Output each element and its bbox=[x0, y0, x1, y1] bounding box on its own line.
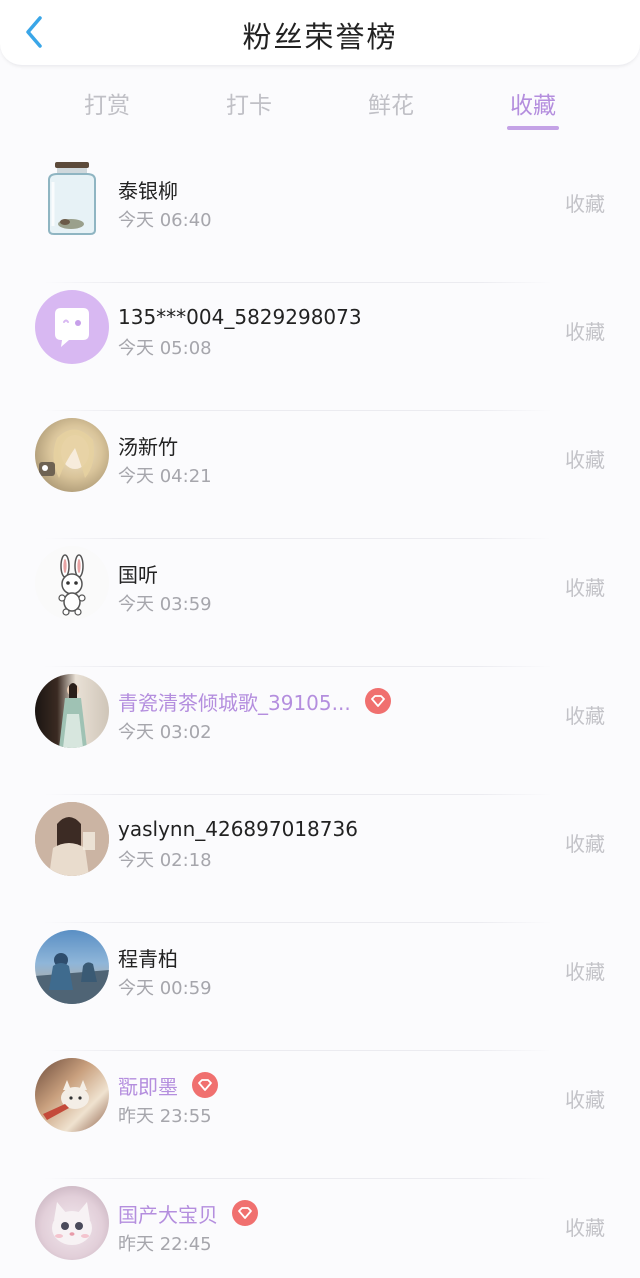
tab-flowers[interactable]: 鲜花 bbox=[351, 86, 431, 120]
divider bbox=[44, 794, 552, 795]
fan-time: 今天 03:02 bbox=[118, 722, 212, 743]
anime-portrait-avatar bbox=[35, 418, 109, 492]
photo-girl-avatar bbox=[35, 674, 109, 748]
fan-name: 程青柏 bbox=[118, 946, 178, 971]
tab-favorites[interactable]: 收藏 bbox=[493, 86, 573, 130]
tab-label: 鲜花 bbox=[368, 93, 414, 119]
list-item[interactable]: 程青柏 今天 00:59 收藏 bbox=[0, 904, 640, 1032]
tab-label: 收藏 bbox=[510, 93, 556, 119]
fan-list: 泰银柳 今天 06:40 收藏 135***004_5829298073 今天 … bbox=[0, 136, 640, 1278]
favorite-action-label[interactable]: 收藏 bbox=[565, 1212, 605, 1241]
favorite-action-label[interactable]: 收藏 bbox=[565, 1084, 605, 1113]
list-item[interactable]: 泰银柳 今天 06:40 收藏 bbox=[0, 136, 640, 264]
tab-label: 打赏 bbox=[84, 93, 130, 119]
fan-time: 今天 03:59 bbox=[118, 594, 212, 615]
page-title: 粉丝荣誉榜 bbox=[242, 20, 398, 54]
fan-name: 国听 bbox=[118, 562, 158, 587]
favorite-action-label[interactable]: 收藏 bbox=[565, 444, 605, 473]
top-bar: 粉丝荣誉榜 bbox=[0, 0, 640, 66]
anime-cat-avatar bbox=[35, 1058, 109, 1132]
list-item[interactable]: 国产大宝贝 昨天 22:45 收藏 bbox=[0, 1160, 640, 1278]
fan-time: 今天 05:08 bbox=[118, 338, 212, 359]
active-tab-indicator bbox=[507, 126, 559, 130]
favorite-action-label[interactable]: 收藏 bbox=[565, 572, 605, 601]
tab-reward[interactable]: 打赏 bbox=[67, 86, 147, 120]
favorite-action-label[interactable]: 收藏 bbox=[565, 700, 605, 729]
list-item[interactable]: 国听 今天 03:59 收藏 bbox=[0, 520, 640, 648]
fan-name: 135***004_5829298073 bbox=[118, 305, 362, 329]
favorite-action-label[interactable]: 收藏 bbox=[565, 188, 605, 217]
fan-name: 国产大宝贝 bbox=[118, 1202, 218, 1227]
fan-name: yaslynn_426897018736 bbox=[118, 817, 358, 841]
fan-name: 青瓷清茶倾城歌_39105... bbox=[118, 690, 351, 715]
divider bbox=[44, 538, 552, 539]
list-item[interactable]: 汤新竹 今天 04:21 收藏 bbox=[0, 392, 640, 520]
list-item[interactable]: 青瓷清茶倾城歌_39105... 今天 03:02 收藏 bbox=[0, 648, 640, 776]
bunny-avatar bbox=[35, 546, 109, 620]
illustrated-girl-avatar bbox=[35, 802, 109, 876]
fan-name: 泰银柳 bbox=[118, 178, 178, 203]
divider bbox=[44, 666, 552, 667]
fan-name: 汤新竹 bbox=[118, 434, 178, 459]
fan-time: 今天 00:59 bbox=[118, 978, 212, 999]
diamond-badge-icon bbox=[364, 688, 391, 714]
fan-time: 今天 02:18 bbox=[118, 850, 212, 871]
fan-time: 昨天 22:45 bbox=[118, 1234, 212, 1255]
diamond-badge-icon bbox=[192, 1072, 218, 1098]
divider bbox=[44, 282, 552, 283]
list-item[interactable]: 135***004_5829298073 今天 05:08 收藏 bbox=[0, 264, 640, 392]
list-item[interactable]: 翫即墨 昨天 23:55 收藏 bbox=[0, 1032, 640, 1160]
list-item[interactable]: yaslynn_426897018736 今天 02:18 收藏 bbox=[0, 776, 640, 904]
diamond-badge-icon bbox=[232, 1200, 258, 1226]
fan-time: 今天 04:21 bbox=[118, 466, 212, 487]
seaside-avatar bbox=[35, 930, 109, 1004]
fan-time: 今天 06:40 bbox=[118, 210, 212, 231]
glass-jar-icon bbox=[35, 162, 109, 236]
favorite-action-label[interactable]: 收藏 bbox=[565, 828, 605, 857]
tab-label: 打卡 bbox=[226, 93, 272, 119]
divider bbox=[44, 410, 552, 411]
kitten-avatar bbox=[35, 1186, 109, 1260]
divider bbox=[44, 1050, 552, 1051]
fan-time: 昨天 23:55 bbox=[118, 1106, 212, 1127]
divider bbox=[44, 1178, 552, 1179]
tab-checkin[interactable]: 打卡 bbox=[209, 86, 289, 120]
default-chat-avatar-icon bbox=[35, 290, 109, 364]
favorite-action-label[interactable]: 收藏 bbox=[565, 956, 605, 985]
favorite-action-label[interactable]: 收藏 bbox=[565, 316, 605, 345]
divider bbox=[44, 922, 552, 923]
tab-bar: 打赏 打卡 鲜花 收藏 bbox=[0, 74, 640, 136]
fan-name: 翫即墨 bbox=[118, 1074, 178, 1099]
